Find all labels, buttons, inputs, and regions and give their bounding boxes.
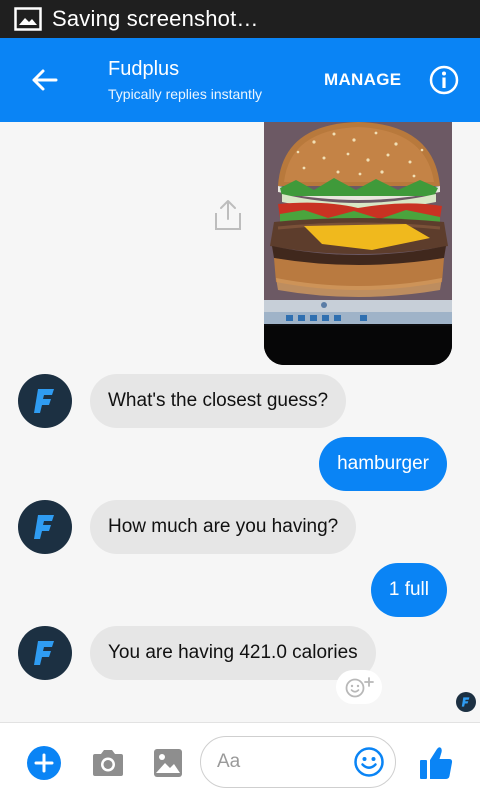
fudplus-logo-icon bbox=[461, 697, 470, 707]
plus-icon bbox=[27, 746, 61, 780]
message-input[interactable] bbox=[217, 749, 347, 775]
thumbs-up-icon bbox=[420, 747, 453, 779]
gallery-icon bbox=[154, 749, 182, 777]
status-bar: Saving screenshot… bbox=[0, 0, 480, 38]
bot-avatar[interactable] bbox=[18, 374, 72, 428]
camera-icon bbox=[93, 750, 123, 776]
contact-status: Typically replies instantly bbox=[108, 86, 263, 102]
back-button[interactable] bbox=[24, 60, 64, 100]
message-bubble-incoming[interactable]: What's the closest guess? bbox=[90, 374, 347, 428]
fudplus-logo-icon bbox=[34, 515, 54, 539]
message-list[interactable]: What's the closest guess? hamburger How … bbox=[0, 122, 480, 722]
image-icon bbox=[14, 7, 42, 31]
bot-avatar[interactable] bbox=[18, 626, 72, 680]
sent-photo-hamburger[interactable] bbox=[264, 122, 452, 365]
message-bubble-outgoing[interactable]: hamburger bbox=[319, 437, 447, 491]
fudplus-logo-icon bbox=[34, 389, 54, 413]
like-button[interactable] bbox=[418, 745, 454, 781]
add-reaction-icon bbox=[345, 677, 374, 698]
message-bubble-incoming[interactable]: How much are you having? bbox=[90, 500, 357, 554]
manage-button[interactable]: MANAGE bbox=[324, 70, 401, 90]
status-text: Saving screenshot… bbox=[52, 6, 259, 31]
message-bubble-outgoing[interactable]: 1 full bbox=[370, 563, 447, 617]
bot-avatar[interactable] bbox=[18, 500, 72, 554]
message-composer bbox=[0, 722, 480, 800]
share-icon[interactable] bbox=[210, 197, 246, 233]
chat-header: Fudplus Typically replies instantly MANA… bbox=[0, 38, 480, 122]
camera-button[interactable] bbox=[90, 745, 126, 781]
fudplus-logo-icon bbox=[34, 641, 54, 665]
seen-receipt-avatar bbox=[456, 692, 476, 712]
more-actions-button[interactable] bbox=[26, 745, 62, 781]
emoji-icon[interactable] bbox=[353, 746, 385, 778]
message-bubble-incoming[interactable]: You are having 421.0 calories bbox=[90, 626, 376, 680]
back-arrow-icon bbox=[32, 69, 58, 91]
message-input-box[interactable] bbox=[200, 736, 396, 788]
hamburger-photo bbox=[264, 122, 452, 365]
contact-name[interactable]: Fudplus bbox=[108, 58, 179, 81]
gallery-button[interactable] bbox=[150, 745, 186, 781]
info-icon[interactable] bbox=[428, 64, 460, 96]
add-reaction-button[interactable] bbox=[336, 670, 382, 704]
